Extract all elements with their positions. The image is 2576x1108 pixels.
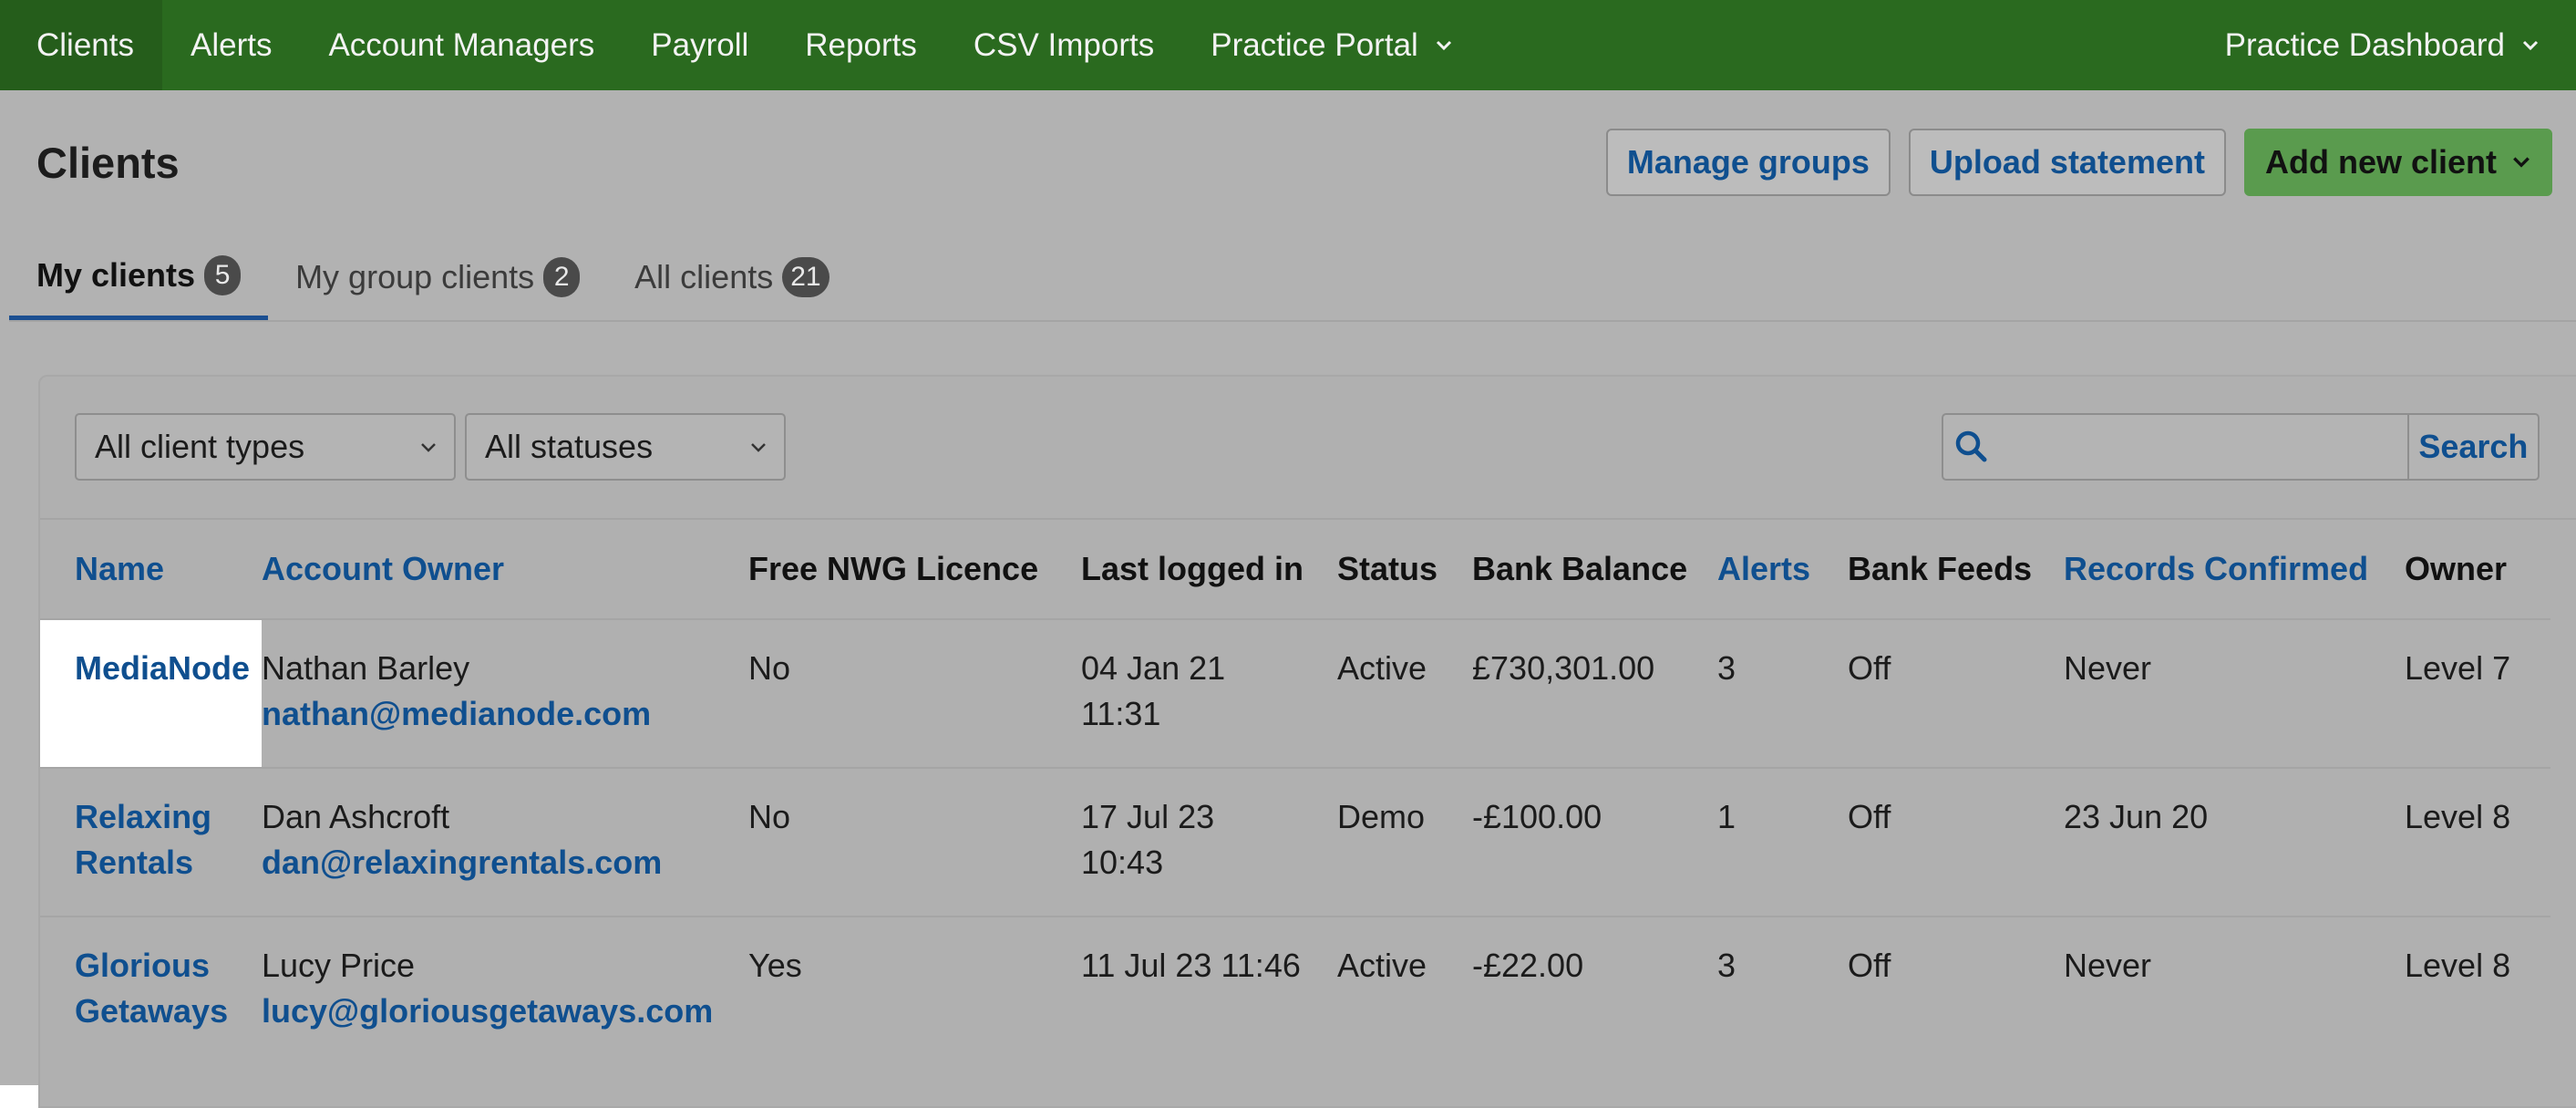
page-content: Clients Manage groups Upload statement A… [0, 90, 2576, 1108]
chevron-down-icon [2513, 157, 2530, 168]
account-owner-cell: Lucy Price lucy@gloriousgetaways.com [262, 916, 748, 1064]
bank-feeds-cell: Off [1848, 767, 2064, 916]
tab-my-clients[interactable]: My clients 5 [9, 234, 269, 320]
owner-cell: Level 8 [2405, 916, 2550, 1064]
client-name-link[interactable]: MediaNode [75, 620, 262, 691]
bank-feeds-cell: Off [1848, 618, 2064, 768]
column-header-records-confirmed[interactable]: Records Confirmed [2064, 520, 2405, 619]
top-nav: Clients Alerts Account Managers Payroll … [0, 0, 2576, 90]
account-owner-cell: Nathan Barley nathan@medianode.com [262, 618, 748, 768]
column-header-bank-balance: Bank Balance [1472, 550, 1688, 587]
chevron-down-icon [1436, 40, 1451, 50]
last-login-cell: 17 Jul 23 10:43 [1081, 767, 1337, 916]
filter-bar: All client types All statuses Search [40, 377, 2576, 520]
client-tabs: My clients 5 My group clients 2 All clie… [9, 234, 2576, 322]
bank-balance-cell: -£22.00 [1472, 916, 1717, 1064]
licence-cell: No [748, 767, 1081, 916]
client-name-cell[interactable]: Glorious Getaways [40, 916, 262, 1064]
nav-item-practice-portal[interactable]: Practice Portal [1182, 0, 1481, 90]
column-header-last-logged-in: Last logged in [1081, 550, 1304, 587]
chevron-down-icon [751, 443, 766, 452]
owner-cell: Level 8 [2405, 767, 2550, 916]
manage-groups-button[interactable]: Manage groups [1605, 129, 1891, 196]
nav-item-reports[interactable]: Reports [777, 0, 945, 90]
clients-card: All client types All statuses Search Nam… [38, 375, 2576, 1108]
status-cell: Demo [1337, 767, 1472, 916]
status-select[interactable]: All statuses [465, 413, 786, 481]
table-header-row: Name Account Owner Free NWG Licence Last… [40, 520, 2550, 619]
client-name-cell[interactable]: Relaxing Rentals [40, 767, 262, 916]
clients-table: Name Account Owner Free NWG Licence Last… [40, 520, 2550, 1064]
add-new-client-button[interactable]: Add new client [2243, 129, 2552, 196]
count-badge: 2 [543, 257, 581, 297]
tab-all-clients[interactable]: All clients 21 [607, 234, 856, 320]
owner-email-link[interactable]: dan@relaxingrentals.com [262, 844, 662, 881]
licence-cell: No [748, 618, 1081, 768]
records-confirmed-cell: Never [2064, 916, 2405, 1064]
page-title: Clients [36, 139, 180, 187]
bank-balance-cell: £730,301.00 [1472, 618, 1717, 768]
owner-email-link[interactable]: nathan@medianode.com [262, 695, 651, 732]
bank-feeds-cell: Off [1848, 916, 2064, 1064]
search-icon [1943, 415, 2000, 479]
alerts-cell: 1 [1717, 767, 1848, 916]
client-name-link[interactable]: Relaxing Rentals [75, 769, 230, 885]
nav-practice-dashboard[interactable]: Practice Dashboard [2197, 0, 2576, 90]
nav-item-payroll[interactable]: Payroll [623, 0, 777, 90]
nav-item-account-managers[interactable]: Account Managers [300, 0, 623, 90]
nav-item-clients[interactable]: Clients [0, 0, 162, 90]
status-cell: Active [1337, 618, 1472, 768]
column-header-name[interactable]: Name [40, 520, 262, 619]
alerts-cell: 3 [1717, 916, 1848, 1064]
last-login-cell: 04 Jan 21 11:31 [1081, 618, 1337, 768]
tab-my-group-clients[interactable]: My group clients 2 [268, 234, 607, 320]
records-confirmed-cell: 23 Jun 20 [2064, 767, 2405, 916]
table-row: Glorious Getaways Lucy Price lucy@gloriou… [40, 916, 2550, 1064]
search-input[interactable] [1999, 415, 2407, 479]
client-name-link[interactable]: Glorious Getaways [75, 917, 230, 1034]
records-confirmed-cell: Never [2064, 618, 2405, 768]
count-badge: 5 [204, 254, 242, 295]
page-actions: Manage groups Upload statement Add new c… [1605, 129, 2552, 196]
column-header-alerts[interactable]: Alerts [1717, 520, 1848, 619]
chevron-down-icon [2522, 40, 2539, 50]
column-header-owner: Owner [2405, 550, 2508, 587]
column-header-free-nwg-licence: Free NWG Licence [748, 550, 1039, 587]
count-badge: 21 [782, 257, 829, 297]
alerts-cell: 3 [1717, 618, 1848, 768]
licence-cell: Yes [748, 916, 1081, 1064]
nav-item-alerts[interactable]: Alerts [162, 0, 300, 90]
last-login-cell: 11 Jul 23 11:46 [1081, 916, 1337, 1064]
owner-cell: Level 7 [2405, 618, 2550, 768]
client-type-select[interactable]: All client types [75, 413, 456, 481]
table-row: MediaNode Nathan Barley nathan@medianode.… [40, 618, 2550, 768]
column-header-status: Status [1337, 550, 1438, 587]
search-box: Search [1942, 413, 2540, 481]
account-owner-cell: Dan Ashcroft dan@relaxingrentals.com [262, 767, 748, 916]
status-cell: Active [1337, 916, 1472, 1064]
client-name-cell[interactable]: MediaNode [40, 618, 262, 768]
bank-balance-cell: -£100.00 [1472, 767, 1717, 916]
column-header-account-owner[interactable]: Account Owner [262, 520, 748, 619]
column-header-bank-feeds: Bank Feeds [1848, 550, 2033, 587]
search-button[interactable]: Search [2406, 415, 2538, 479]
chevron-down-icon [421, 443, 436, 452]
upload-statement-button[interactable]: Upload statement [1908, 129, 2226, 196]
nav-item-csv-imports[interactable]: CSV Imports [945, 0, 1182, 90]
table-row: Relaxing Rentals Dan Ashcroft dan@relaxin… [40, 767, 2550, 916]
owner-email-link[interactable]: lucy@gloriousgetaways.com [262, 992, 713, 1030]
